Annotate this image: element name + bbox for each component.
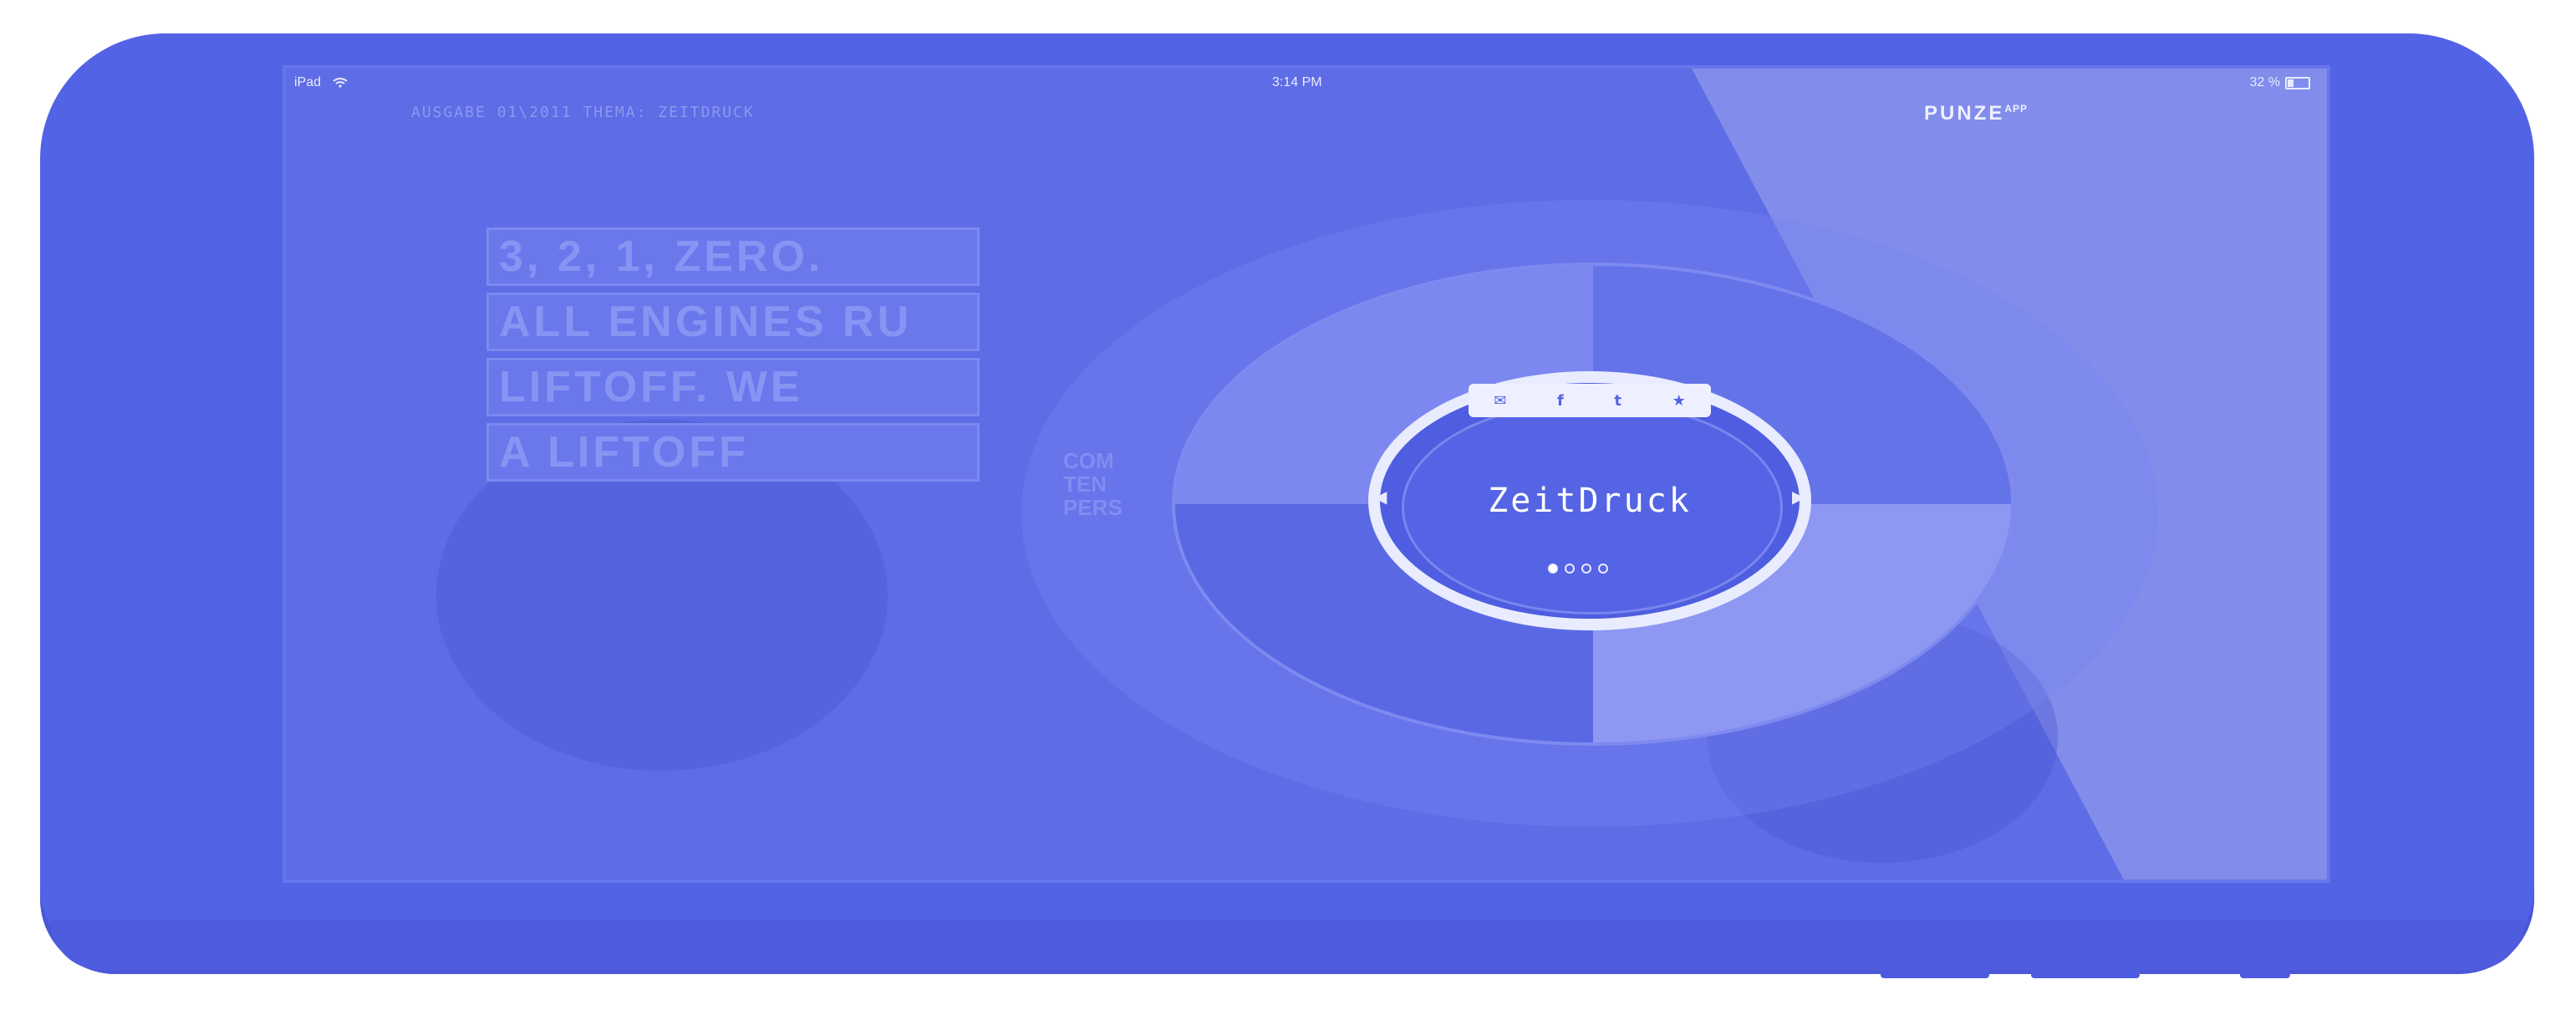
wifi-icon [333,77,349,88]
page-dot[interactable] [1598,564,1608,574]
page-dot[interactable] [1548,564,1558,574]
share-bar: ✉ f t ★ [1469,384,1711,417]
page-indicator [1548,564,1608,574]
brand-suffix: APP [2004,103,2029,115]
issue-carousel[interactable]: ✉ f t ★ ◀ ▶ ZeitDruck [1021,200,2158,827]
headline-row: LIFTOFF. WE [486,358,980,416]
issue-line: AUSGABE 01\2011 THEMA: ZEITDRUCK [411,104,755,121]
mute-switch [2240,968,2290,978]
status-device: iPad [294,75,349,90]
page-dot[interactable] [1565,564,1575,574]
headline-row: ALL ENGINES RU [486,293,980,351]
battery-icon [2285,76,2310,89]
twitter-icon[interactable]: t [1614,392,1621,410]
facebook-icon[interactable]: f [1557,392,1564,410]
headline-row: A LIFTOFF [486,423,980,482]
volume-button [1881,968,1989,978]
headline: 3, 2, 1, ZERO. ALL ENGINES RU LIFTOFF. W… [486,227,980,488]
mail-icon[interactable]: ✉ [1494,392,1506,410]
brand-name: PUNZE [1924,102,2005,125]
battery-percent: 32 % [2249,75,2280,89]
carousel-title: ZeitDruck [1488,482,1692,520]
app-screen: iPad 3:14 PM 32 % AUSGABE 01\2011 THEMA:… [283,65,2330,883]
volume-button [2031,968,2140,978]
page-dot[interactable] [1581,564,1591,574]
battery-fill [2288,79,2293,87]
app-logo[interactable]: PUNZEAPP [1924,102,2028,125]
status-battery: 32 % [2250,75,2310,90]
headline-row: 3, 2, 1, ZERO. [486,227,980,286]
star-icon[interactable]: ★ [1672,392,1686,410]
status-time: 3:14 PM [1272,75,1322,89]
tablet-edge [50,920,2524,970]
